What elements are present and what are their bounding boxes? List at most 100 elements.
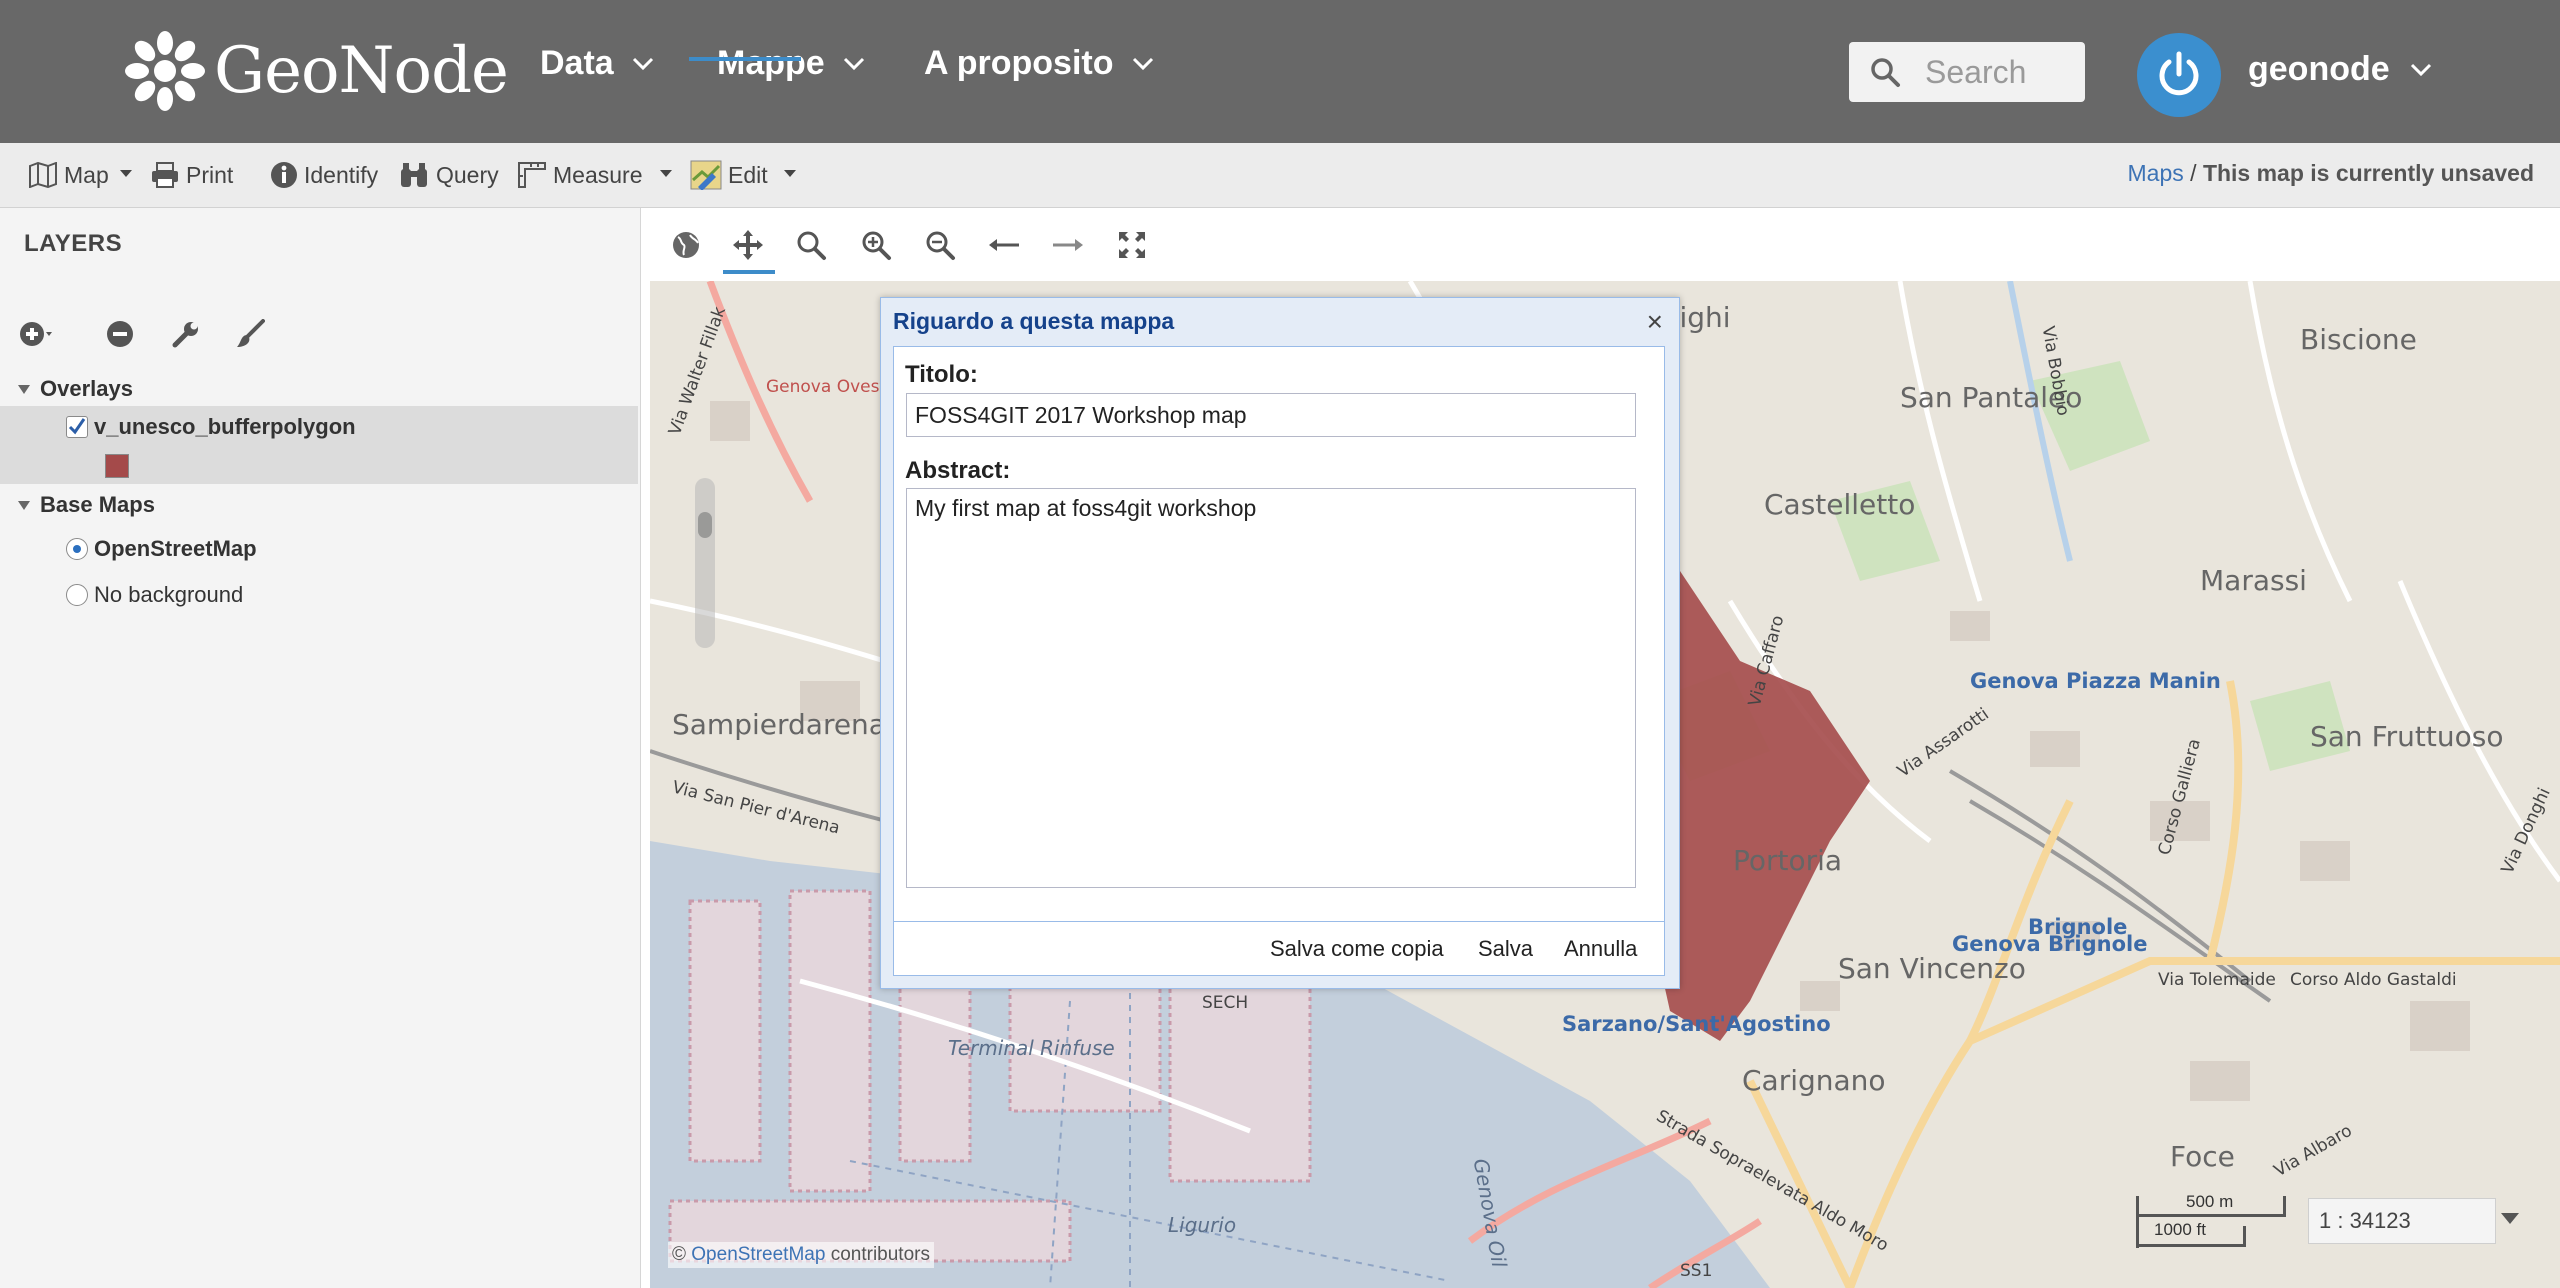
title-input[interactable] (906, 393, 1636, 437)
layers-title: LAYERS (24, 230, 123, 257)
dialog-footer: Salva come copia Salva Annulla (893, 922, 1665, 976)
measure-menu-arrow[interactable] (660, 170, 672, 177)
scale-imperial-label: 1000 ft (2154, 1220, 2206, 1239)
dialog-title: Riguardo a questa mappa (893, 308, 1175, 334)
geonode-logo[interactable]: GeoNode (124, 26, 509, 116)
dialog-close-button[interactable]: × (1647, 308, 1663, 336)
edit-active-indicator (689, 57, 801, 61)
map-label: San Fruttuoso (2310, 720, 2504, 753)
breadcrumb-current: This map is currently unsaved (2202, 160, 2534, 186)
about-map-dialog: Riguardo a questa mappa × Titolo: Abstra… (880, 297, 1680, 989)
map-label: Sarzano/Sant'Agostino (1562, 1012, 1831, 1036)
title-field-label: Titolo: (905, 361, 978, 388)
scale-value: 1 : 34123 (2319, 1208, 2411, 1233)
base-maps-group-label: Base Maps (40, 492, 155, 517)
nav-menu-label: Mappe (717, 44, 825, 82)
top-navbar: GeoNode Data Mappe A proposito geonode (0, 0, 2560, 143)
globe-icon (673, 232, 699, 258)
scale-tick-imperial (2243, 1226, 2246, 1246)
minus-circle-icon (107, 321, 133, 347)
nav-menu-a-proposito[interactable]: A proposito (924, 44, 1154, 83)
search-input[interactable] (1923, 52, 2077, 92)
copyright-symbol: © (672, 1244, 686, 1265)
add-layer-button[interactable] (18, 316, 54, 352)
user-name-label: geonode (2248, 50, 2390, 88)
overlays-group[interactable]: Overlays (18, 376, 133, 402)
scale-selector[interactable]: 1 : 34123 (2308, 1198, 2496, 1244)
chevron-down-icon (632, 57, 653, 70)
edit-map-icon (690, 160, 722, 190)
layer-visibility-checkbox[interactable] (66, 416, 88, 438)
remove-layer-button[interactable] (102, 316, 138, 352)
edit-label: Edit (728, 161, 768, 188)
query-button[interactable]: Query (398, 157, 499, 193)
save-button[interactable]: Salva (1478, 936, 1533, 962)
map-label: Marassi (2200, 564, 2307, 597)
breadcrumb-maps-link[interactable]: Maps (2128, 160, 2184, 186)
previous-view-button[interactable] (986, 227, 1022, 263)
scale-bar: 500 m 1000 ft (2136, 1192, 2288, 1248)
breadcrumb-separator: / (2183, 160, 2203, 186)
fullscreen-button[interactable] (1114, 227, 1150, 263)
abstract-textarea[interactable]: My first map at foss4git workshop (906, 488, 1636, 888)
overlays-group-label: Overlays (40, 376, 133, 401)
basemap-radio-openstreetmap[interactable] (66, 538, 88, 560)
wrench-icon (172, 322, 198, 348)
pan-active-indicator (723, 270, 775, 274)
brand-name: GeoNode (214, 34, 509, 108)
edit-menu-arrow[interactable] (784, 170, 796, 177)
zoom-slider[interactable] (695, 478, 715, 648)
print-button[interactable]: Print (150, 157, 233, 193)
checkmark-icon (68, 418, 86, 435)
layer-styles-button[interactable] (232, 316, 268, 352)
cancel-button[interactable]: Annulla (1564, 936, 1637, 962)
map-menu-arrow[interactable] (120, 170, 132, 177)
scale-dropdown-arrow[interactable] (2501, 1213, 2519, 1224)
openstreetmap-link[interactable]: OpenStreetMap (691, 1244, 825, 1265)
identify-button[interactable]: Identify (270, 157, 378, 193)
attribution-suffix: contributors (830, 1244, 930, 1265)
zoom-box-button[interactable] (793, 227, 829, 263)
map-label: Castelletto (1764, 488, 1916, 521)
zoom-slider-handle[interactable] (698, 512, 712, 538)
map-toolbar: Map Print Identify Query Measure Edit Ma… (0, 143, 2560, 208)
map-label: SS1 (1680, 1261, 1713, 1281)
ruler-icon (518, 162, 546, 188)
zoom-in-button[interactable] (858, 227, 894, 263)
layer-properties-button[interactable] (168, 316, 204, 352)
base-maps-group[interactable]: Base Maps (18, 492, 155, 518)
measure-button[interactable]: Measure (517, 157, 642, 193)
zoom-out-icon (926, 231, 955, 260)
map-label: Portoria (1733, 844, 1843, 877)
nav-menu-mappe[interactable]: Mappe (717, 44, 865, 83)
print-icon (152, 162, 178, 188)
basemap-radio-no-background[interactable] (66, 584, 88, 606)
chevron-down-icon (843, 57, 864, 70)
zoom-to-max-extent-button[interactable] (668, 227, 704, 263)
map-label: Biscione (2300, 323, 2417, 356)
abstract-field-label: Abstract: (905, 457, 1011, 484)
edit-button[interactable]: Edit (690, 157, 768, 193)
scale-tick-left (2136, 1196, 2139, 1248)
map-label: Sampierdarena (672, 708, 886, 741)
pan-arrows-icon (733, 230, 763, 260)
next-view-button[interactable] (1050, 227, 1086, 263)
search-icon (1871, 58, 1900, 87)
power-icon (2159, 51, 2199, 96)
scale-line (2136, 1214, 2286, 1217)
map-label: San Vincenzo (1838, 952, 2026, 985)
save-as-copy-button[interactable]: Salva come copia (1270, 936, 1444, 962)
print-label: Print (186, 161, 234, 188)
zoom-out-button[interactable] (922, 227, 958, 263)
map-icon (29, 162, 57, 188)
pan-button[interactable] (730, 227, 766, 263)
user-menu[interactable]: geonode (2248, 50, 2432, 89)
nav-menu-data[interactable]: Data (540, 44, 654, 83)
search-box (1849, 42, 2085, 102)
map-label: Genova Piazza Manin (1970, 669, 2221, 693)
map-menu-button[interactable]: Map (28, 157, 109, 193)
user-avatar[interactable] (2137, 33, 2221, 117)
basemap-label-openstreetmap: OpenStreetMap (94, 536, 257, 561)
basemap-label-no-background: No background (94, 582, 244, 607)
paintbrush-icon (237, 319, 265, 347)
